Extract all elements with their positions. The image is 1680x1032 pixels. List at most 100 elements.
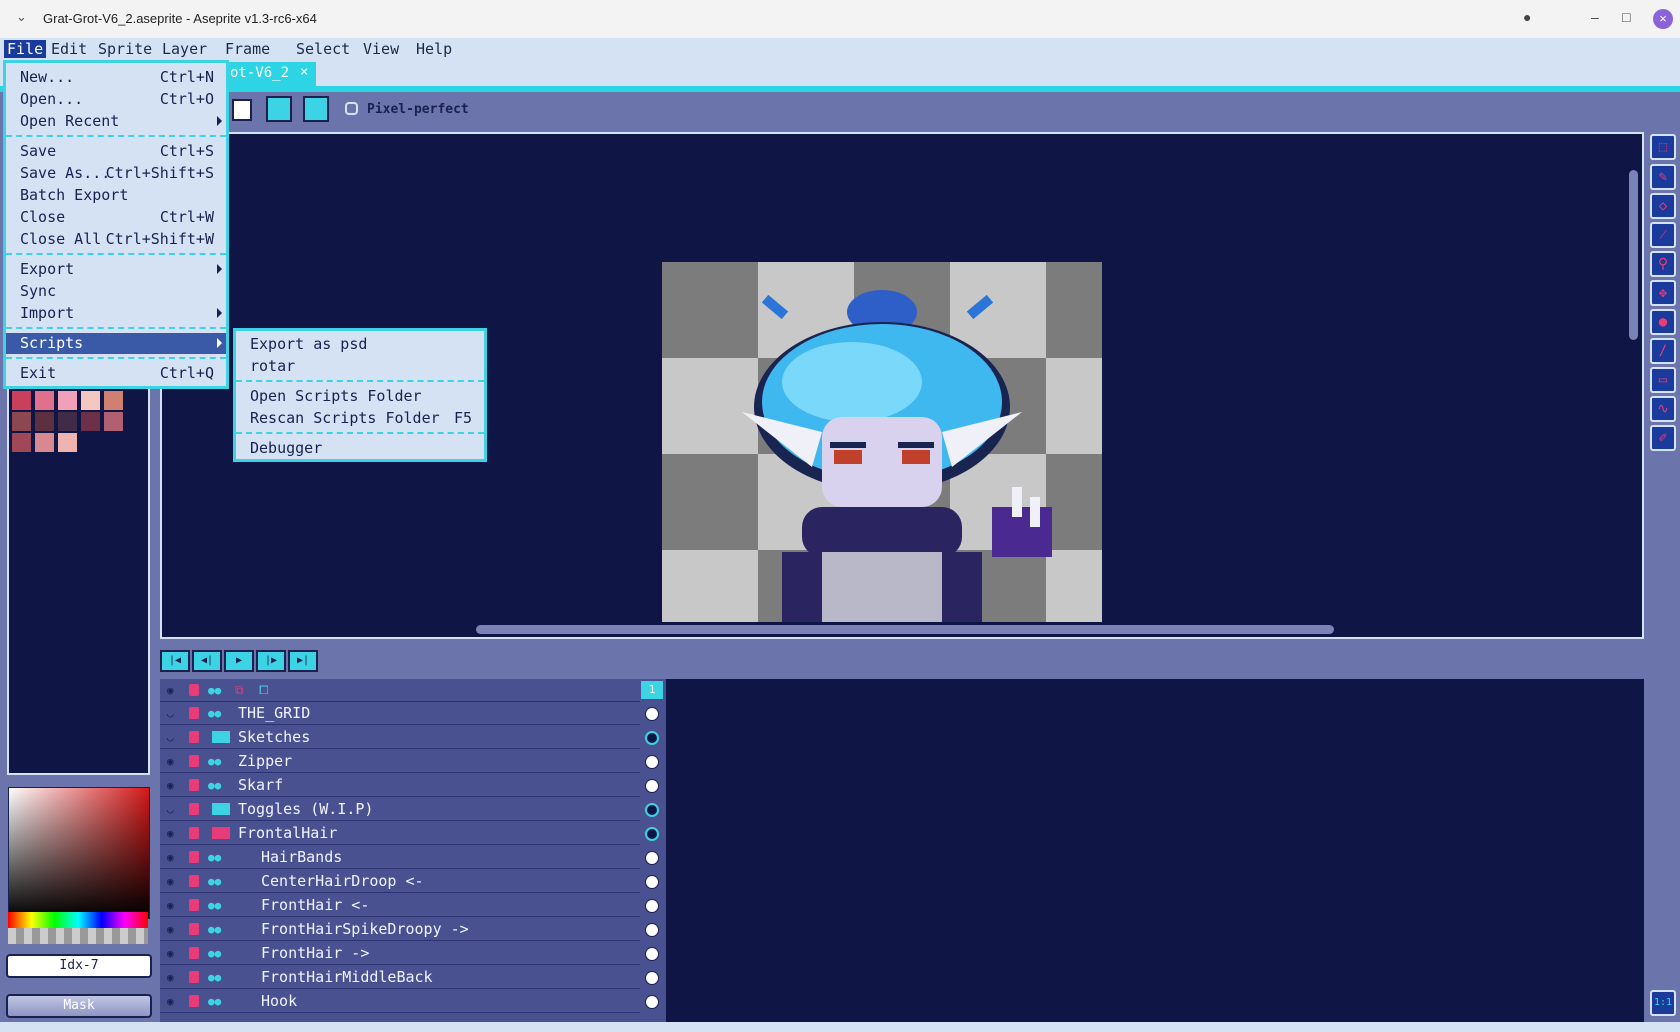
menu-item-export-as-psd[interactable]: Export as psd: [236, 334, 484, 355]
marquee-icon[interactable]: ⬚: [1650, 134, 1676, 160]
lock-icon[interactable]: [189, 947, 199, 959]
hue-slider[interactable]: [8, 912, 148, 928]
ink-button[interactable]: [266, 96, 292, 122]
menu-item-open-scripts-folder[interactable]: Open Scripts Folder: [236, 386, 484, 407]
pencil-icon[interactable]: ✎: [1650, 164, 1676, 190]
eye-icon[interactable]: ◉: [167, 684, 174, 697]
cel[interactable]: [645, 995, 659, 1009]
menu-view[interactable]: View: [360, 40, 402, 58]
folder-open-icon[interactable]: [212, 827, 230, 839]
last-frame-button[interactable]: ▶|: [288, 650, 318, 672]
menu-item-open-recent[interactable]: Open Recent: [6, 111, 226, 132]
layer-row[interactable]: ◡ ●● THE_GRID: [160, 702, 640, 725]
continuous-link-icon[interactable]: ●●: [208, 899, 221, 912]
continuous-link-icon[interactable]: ●●: [208, 779, 221, 792]
layer-row[interactable]: ◉ ●● FrontHairSpikeDroopy ->: [160, 918, 640, 941]
menu-item-batch-export[interactable]: Batch Export: [6, 185, 226, 206]
lock-icon[interactable]: [189, 995, 199, 1007]
palette-swatch[interactable]: [104, 391, 123, 410]
continuous-link-icon[interactable]: ●●: [208, 875, 221, 888]
cel[interactable]: [645, 875, 659, 889]
zoom-ratio-button[interactable]: 1:1: [1650, 990, 1676, 1016]
layer-row[interactable]: ◉ ●● HairBands: [160, 846, 640, 869]
window-menu-icon[interactable]: ⌄: [16, 9, 27, 25]
eye-closed-icon[interactable]: ◡: [167, 707, 174, 720]
tab-close-icon[interactable]: ×: [300, 64, 308, 80]
layer-row[interactable]: ◉ ●● Zipper: [160, 750, 640, 773]
menu-item-rescan-scripts-folder[interactable]: Rescan Scripts Folder F5: [236, 408, 484, 429]
menu-file[interactable]: File: [4, 40, 47, 58]
cel[interactable]: [645, 779, 659, 793]
cel[interactable]: [645, 971, 659, 985]
alpha-slider[interactable]: [8, 928, 148, 944]
onion-skin-icon[interactable]: ⧉: [235, 683, 244, 698]
cel[interactable]: [645, 851, 659, 865]
menu-help[interactable]: Help: [413, 40, 455, 58]
eye-closed-icon[interactable]: ◡: [167, 731, 174, 744]
continuous-link-icon[interactable]: ●●: [208, 923, 221, 936]
frame-number[interactable]: 1: [641, 681, 663, 699]
line-icon[interactable]: /: [1650, 338, 1676, 364]
cel[interactable]: [645, 923, 659, 937]
folder-icon[interactable]: [212, 803, 230, 815]
horizontal-scrollbar[interactable]: [476, 625, 1334, 634]
palette-swatch[interactable]: [58, 433, 77, 452]
lock-icon[interactable]: [189, 731, 199, 743]
menu-layer[interactable]: Layer: [159, 40, 210, 58]
pixel-perfect-checkbox[interactable]: [345, 102, 358, 115]
menu-item-close[interactable]: Close Ctrl+W: [6, 207, 226, 228]
palette-swatch[interactable]: [81, 412, 100, 431]
eye-icon[interactable]: ◉: [167, 995, 174, 1008]
palette-swatch[interactable]: [12, 391, 31, 410]
onion-range-icon[interactable]: ⧠: [259, 683, 269, 698]
menu-item-close-all[interactable]: Close All Ctrl+Shift+W: [6, 229, 226, 250]
layer-row[interactable]: ◉ ●● Skarf: [160, 774, 640, 797]
eye-icon[interactable]: ◉: [167, 755, 174, 768]
palette-swatch[interactable]: [58, 412, 77, 431]
lock-icon[interactable]: [189, 827, 199, 839]
lock-icon[interactable]: [189, 779, 199, 791]
menu-item-exit[interactable]: Exit Ctrl+Q: [6, 363, 226, 384]
menu-item-open[interactable]: Open... Ctrl+O: [6, 89, 226, 110]
cel[interactable]: [645, 947, 659, 961]
palette-swatch[interactable]: [12, 433, 31, 452]
brush-preview[interactable]: [232, 99, 252, 121]
menu-frame[interactable]: Frame: [222, 40, 273, 58]
lock-icon[interactable]: [189, 707, 199, 719]
menu-item-export[interactable]: Export: [6, 259, 226, 280]
link-icon[interactable]: ●●: [208, 684, 221, 697]
eye-icon[interactable]: ◉: [167, 875, 174, 888]
next-frame-button[interactable]: |▶: [256, 650, 286, 672]
blur-icon[interactable]: ∿: [1650, 396, 1676, 422]
continuous-link-icon[interactable]: ●●: [208, 971, 221, 984]
palette-swatch[interactable]: [12, 412, 31, 431]
color-index-field[interactable]: Idx-7: [6, 954, 152, 978]
contour-icon[interactable]: ✐: [1650, 425, 1676, 451]
continuous-link-icon[interactable]: ●●: [208, 851, 221, 864]
lock-icon[interactable]: [189, 923, 199, 935]
zoom-icon[interactable]: ⚲: [1650, 251, 1676, 277]
cel[interactable]: [645, 707, 659, 721]
palette-swatch[interactable]: [35, 433, 54, 452]
lock-icon[interactable]: [189, 803, 199, 815]
prev-frame-button[interactable]: ◀|: [192, 650, 222, 672]
continuous-link-icon[interactable]: ●●: [208, 995, 221, 1008]
fill-icon[interactable]: ●: [1650, 309, 1676, 335]
eye-icon[interactable]: ◉: [167, 827, 174, 840]
vertical-scrollbar[interactable]: [1629, 170, 1638, 340]
dynamics-button[interactable]: [303, 96, 329, 122]
eye-icon[interactable]: ◉: [167, 779, 174, 792]
menu-item-rotar[interactable]: rotar: [236, 356, 484, 377]
eyedropper-icon[interactable]: ⁄: [1650, 222, 1676, 248]
layer-row[interactable]: ◉ ●● CenterHairDroop <-: [160, 870, 640, 893]
empty-cel[interactable]: [645, 731, 659, 745]
move-icon[interactable]: ✥: [1650, 280, 1676, 306]
layer-row[interactable]: ◡ Toggles (W.I.P): [160, 798, 640, 821]
menu-item-save[interactable]: Save Ctrl+S: [6, 141, 226, 162]
layer-row[interactable]: ◉ ●● Hook: [160, 990, 640, 1013]
lock-icon[interactable]: [189, 899, 199, 911]
menu-item-debugger[interactable]: Debugger: [236, 438, 484, 459]
palette-swatch[interactable]: [104, 412, 123, 431]
eye-icon[interactable]: ◉: [167, 947, 174, 960]
close-window-button[interactable]: ×: [1653, 9, 1673, 29]
